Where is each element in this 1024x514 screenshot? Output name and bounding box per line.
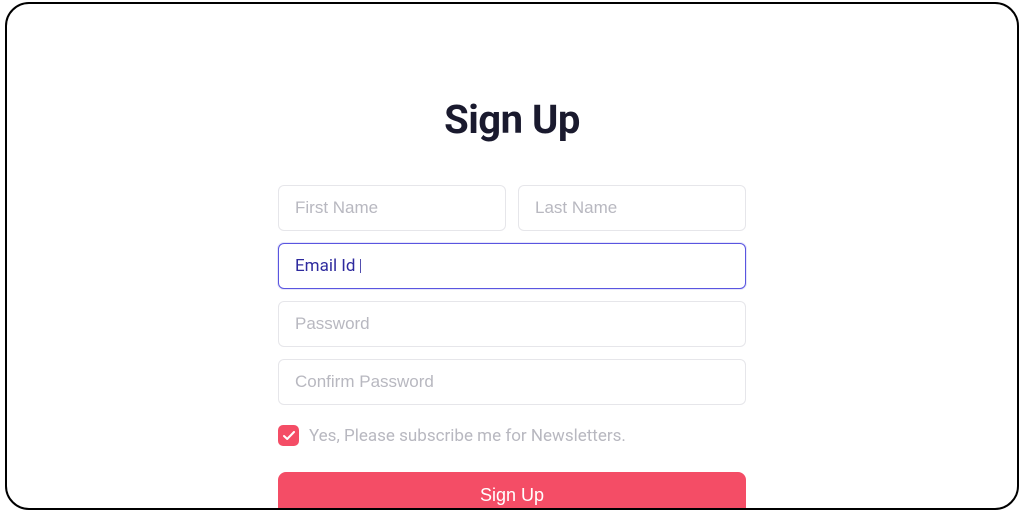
signup-content: Sign Up Email Id | Yes, — [7, 4, 1017, 510]
page-title: Sign Up — [444, 96, 580, 143]
password-field[interactable] — [278, 301, 746, 347]
email-field-content: Email Id | — [295, 244, 729, 288]
email-field-text: Email Id — [295, 256, 356, 276]
newsletter-label: Yes, Please subscribe me for Newsletters… — [309, 426, 626, 446]
name-row — [278, 185, 746, 231]
signup-button[interactable]: Sign Up — [278, 472, 746, 510]
signup-window: Sign Up Email Id | Yes, — [5, 2, 1019, 510]
check-icon — [283, 431, 295, 441]
confirm-password-field[interactable] — [278, 359, 746, 405]
last-name-field[interactable] — [518, 185, 746, 231]
newsletter-row: Yes, Please subscribe me for Newsletters… — [278, 425, 746, 446]
newsletter-checkbox[interactable] — [278, 425, 299, 446]
signup-form: Email Id | Yes, Please subscribe me for … — [278, 185, 746, 510]
email-field[interactable]: Email Id | — [278, 243, 746, 289]
first-name-field[interactable] — [278, 185, 506, 231]
text-caret: | — [359, 256, 363, 276]
